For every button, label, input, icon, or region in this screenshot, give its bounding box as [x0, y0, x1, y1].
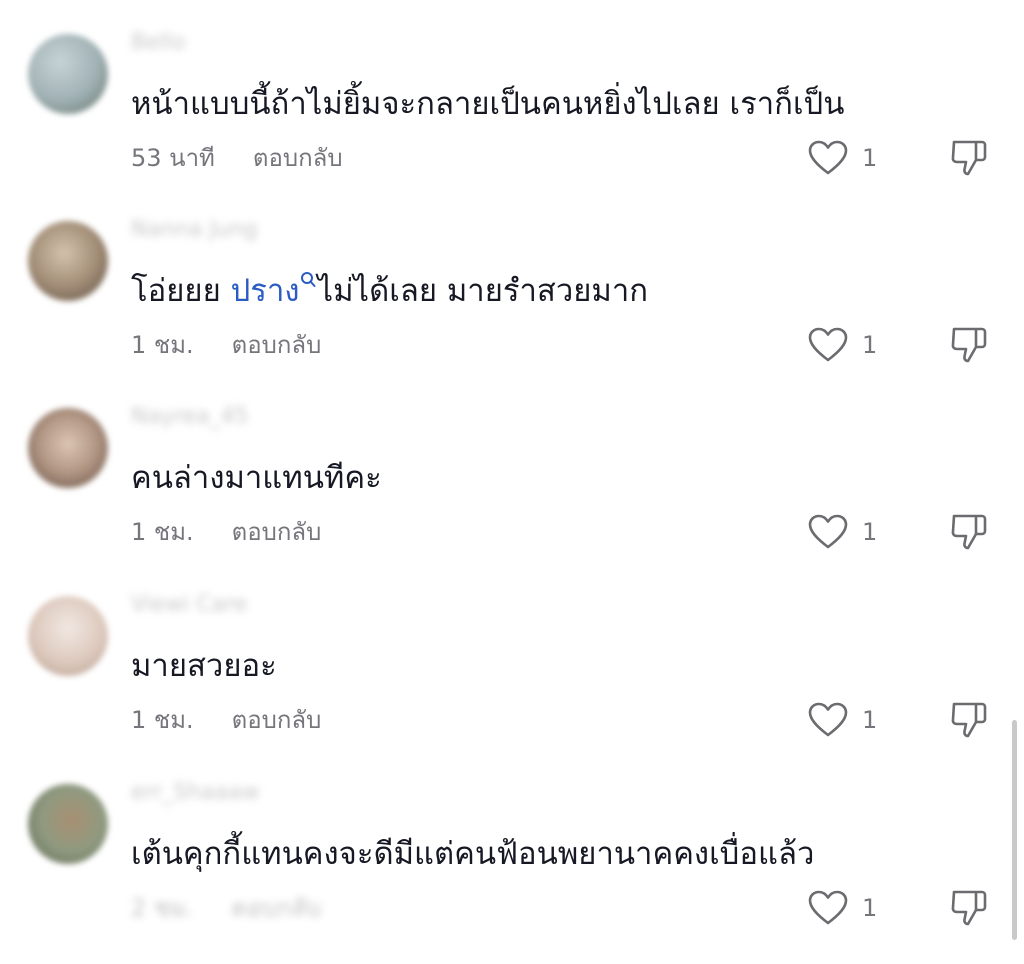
comment-time: 1 ชม.	[131, 706, 194, 734]
comment-time: 1 ชม.	[131, 518, 194, 546]
comment-list: Bello หน้าแบบนี้ถ้าไม่ยิ้มจะกลายเป็นคนหย…	[0, 0, 1024, 951]
like-button[interactable]: 1	[808, 138, 877, 178]
comment-meta: 53 นาที ตอบกลับ	[131, 140, 343, 176]
comment-meta: 2 ชม. ตอบกลับ	[131, 890, 321, 926]
comment-item: Nayrea_45 คนล่างมาแทนทีคะ 1 ชม. ตอบกลับ 1	[0, 402, 1024, 588]
thumbs-down-icon	[951, 514, 987, 550]
comment-item: Bello หน้าแบบนี้ถ้าไม่ยิ้มจะกลายเป็นคนหย…	[0, 28, 1024, 214]
comment-time: 1 ชม.	[131, 331, 194, 359]
heart-outline-icon	[808, 140, 848, 175]
comment-meta: 1 ชม. ตอบกลับ	[131, 514, 321, 550]
comment-time: 2 ชม.	[131, 894, 194, 922]
reply-button[interactable]: ตอบกลับ	[253, 144, 343, 172]
thumbs-down-icon	[951, 327, 987, 363]
comment-text: เต้นคุกกี้แทนคงจะดีมีแต่คนฟ้อนพยานาคคงเบ…	[131, 836, 815, 872]
avatar[interactable]	[28, 596, 108, 676]
heart-outline-icon	[808, 702, 848, 737]
like-button[interactable]: 1	[808, 325, 877, 365]
search-icon	[300, 272, 315, 287]
username[interactable]: Bello	[131, 28, 185, 58]
like-count: 1	[862, 706, 878, 734]
like-button[interactable]: 1	[808, 888, 877, 928]
comment-text: หน้าแบบนี้ถ้าไม่ยิ้มจะกลายเป็นคนหยิ่งไปเ…	[131, 86, 845, 122]
comment-text: โอ่ยยย ปราง ไม่ได้เลย มายรำสวยมาก	[131, 267, 648, 315]
like-count: 1	[862, 331, 878, 359]
dislike-button[interactable]	[946, 323, 990, 367]
thumbs-down-icon	[951, 140, 987, 176]
dislike-button[interactable]	[946, 698, 990, 742]
heart-outline-icon	[808, 327, 848, 362]
username[interactable]: Nayrea_45	[131, 402, 249, 432]
comment-text: มายสวยอะ	[131, 648, 277, 684]
like-count: 1	[862, 518, 878, 546]
like-count: 1	[862, 144, 878, 172]
like-button[interactable]: 1	[808, 700, 877, 740]
username[interactable]: Nanna Jung	[131, 215, 258, 245]
comment-meta: 1 ชม. ตอบกลับ	[131, 327, 321, 363]
like-button[interactable]: 1	[808, 512, 877, 552]
heart-outline-icon	[808, 890, 848, 925]
comment-text: คนล่างมาแทนทีคะ	[131, 460, 382, 496]
avatar[interactable]	[28, 408, 108, 488]
username[interactable]: Viewi Care	[131, 590, 247, 620]
like-count: 1	[862, 894, 878, 922]
dislike-button[interactable]	[946, 886, 990, 930]
comment-text-start: โอ่ยยย	[131, 273, 231, 309]
reply-button[interactable]: ตอบกลับ	[232, 894, 322, 922]
avatar[interactable]	[28, 34, 108, 114]
avatar[interactable]	[28, 221, 108, 301]
heart-outline-icon	[808, 514, 848, 549]
reply-button[interactable]: ตอบกลับ	[232, 706, 322, 734]
comment-item: Nanna Jung โอ่ยยย ปราง ไม่ได้เลย มายรำสวย…	[0, 215, 1024, 401]
comment-meta: 1 ชม. ตอบกลับ	[131, 702, 321, 738]
username[interactable]: err_Shaaaw	[131, 778, 260, 808]
comment-item: err_Shaaaw เต้นคุกกี้แทนคงจะดีมีแต่คนฟ้อ…	[0, 778, 1024, 964]
scrollbar[interactable]	[1012, 720, 1017, 940]
thumbs-down-icon	[951, 890, 987, 926]
avatar[interactable]	[28, 784, 108, 864]
dislike-button[interactable]	[946, 136, 990, 180]
thumbs-down-icon	[951, 702, 987, 738]
comment-item: Viewi Care มายสวยอะ 1 ชม. ตอบกลับ 1	[0, 590, 1024, 776]
mention-link[interactable]: ปราง	[231, 273, 300, 309]
comment-time: 53 นาที	[131, 144, 215, 172]
comment-text-end: ไม่ได้เลย มายรำสวยมาก	[317, 273, 649, 309]
dislike-button[interactable]	[946, 510, 990, 554]
reply-button[interactable]: ตอบกลับ	[232, 518, 322, 546]
reply-button[interactable]: ตอบกลับ	[232, 331, 322, 359]
top-fade	[0, 0, 1024, 18]
